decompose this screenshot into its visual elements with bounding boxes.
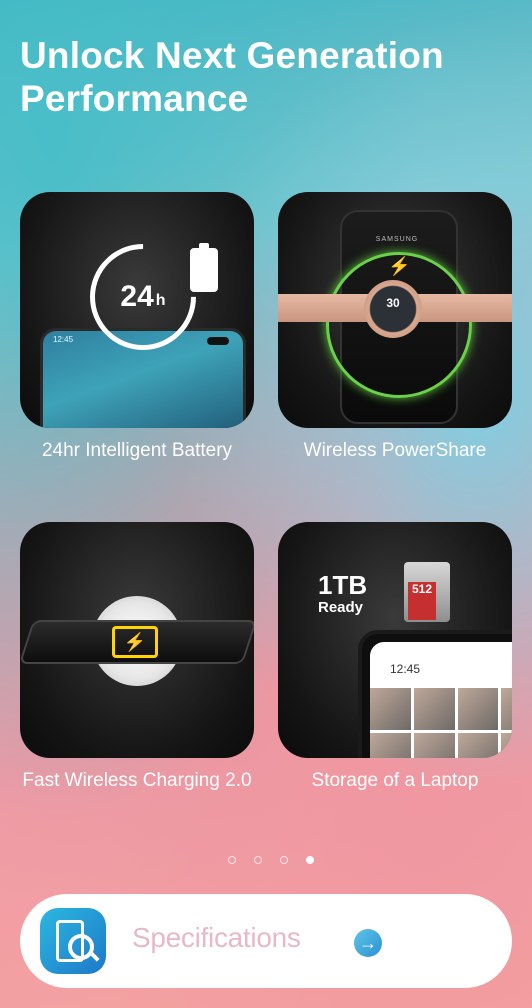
- feature-caption: Fast Wireless Charging 2.0: [22, 770, 252, 791]
- charging-bolt-icon: ⚡: [112, 626, 158, 658]
- page-dot[interactable]: [228, 856, 236, 864]
- feature-tile-storage[interactable]: 1TB Ready 12:45 Storage of a Laptop: [278, 522, 512, 795]
- capacity-value: 1TB: [318, 570, 368, 600]
- specifications-app-icon: [40, 908, 106, 974]
- photo-thumb: [501, 732, 512, 758]
- brand-label: SAMSUNG: [375, 236, 419, 243]
- capacity-sub: Ready: [318, 599, 364, 616]
- feature-image-battery[interactable]: 12:45 24 h: [20, 192, 254, 428]
- feature-caption: 24hr Intelligent Battery: [41, 440, 233, 461]
- badge-number: 24: [120, 280, 154, 313]
- feature-caption: Storage of a Laptop: [311, 770, 479, 791]
- feature-tile-battery[interactable]: 12:45 24 h 24hr Intelligent Battery: [20, 192, 254, 465]
- feature-image-fast-wireless[interactable]: ⚡: [20, 522, 254, 758]
- feature-image-powershare[interactable]: SAMSUNG ⚡ 30: [278, 192, 512, 428]
- photo-grid: [370, 688, 512, 758]
- phone-screen: 12:45: [370, 642, 512, 758]
- badge-unit: h: [155, 292, 166, 309]
- photo-thumb: [457, 732, 499, 758]
- page-dot[interactable]: [280, 856, 288, 864]
- arrow-right-icon[interactable]: →: [354, 929, 382, 957]
- page-dot[interactable]: [254, 856, 262, 864]
- feature-tile-powershare[interactable]: SAMSUNG ⚡ 30 Wireless PowerShare: [278, 192, 512, 465]
- magnifier-icon: [68, 934, 94, 960]
- page-dot-active[interactable]: [306, 856, 314, 864]
- phone-illustration: 12:45: [358, 630, 512, 758]
- phone-time: 12:45: [390, 662, 421, 676]
- page-indicator: [228, 856, 314, 864]
- battery-icon: [190, 243, 218, 292]
- watch-value: 30: [386, 296, 400, 310]
- feature-caption: Wireless PowerShare: [303, 440, 487, 461]
- capacity-label: 1TB Ready: [318, 572, 367, 618]
- feature-tile-fast-wireless[interactable]: ⚡ Fast Wireless Charging 2.0: [20, 522, 254, 795]
- photo-thumb: [457, 688, 499, 730]
- feature-image-storage[interactable]: 1TB Ready 12:45: [278, 522, 512, 758]
- photo-thumb: [370, 688, 411, 730]
- bolt-icon: ⚡: [388, 256, 411, 276]
- specifications-label: Specifications: [132, 922, 301, 953]
- specifications-button[interactable]: Specifications →: [20, 894, 512, 988]
- photo-thumb: [413, 732, 455, 758]
- phone-time: 12:45: [53, 335, 74, 344]
- photo-thumb: [370, 732, 411, 758]
- camera-icon: [207, 337, 229, 345]
- page-title: Unlock Next Generation Performance: [20, 35, 444, 119]
- sd-card-icon: [404, 562, 450, 622]
- photo-thumb: [501, 688, 512, 730]
- photo-thumb: [413, 688, 455, 730]
- battery-hours-badge: 24 h: [90, 244, 196, 350]
